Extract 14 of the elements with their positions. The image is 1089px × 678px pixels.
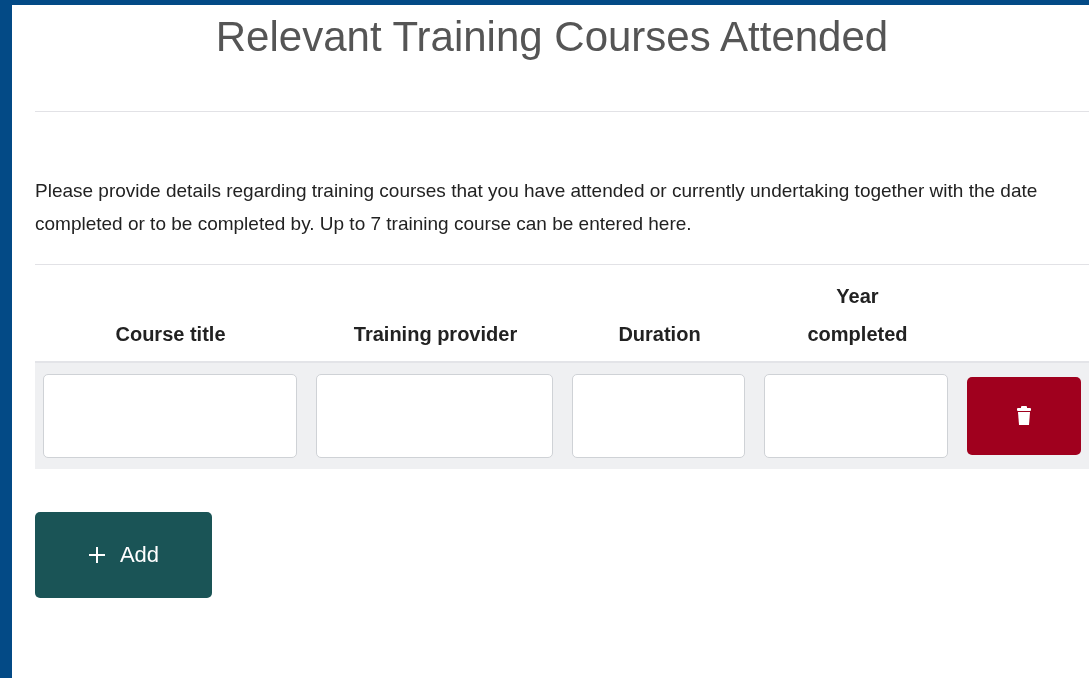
input-field[interactable] [763, 374, 949, 458]
input-field[interactable] [316, 374, 553, 458]
input-field[interactable] [43, 374, 298, 458]
column-header: Year completed [806, 284, 909, 347]
section-title: Relevant Training Courses Attended [214, 12, 890, 62]
column-header: Training provider [353, 322, 518, 347]
trash-icon [1017, 406, 1032, 426]
delete-button[interactable] [967, 377, 1081, 455]
plus-icon [87, 546, 106, 564]
input-field[interactable] [571, 374, 745, 458]
column-header: Course title [115, 322, 226, 347]
intro-text: Please provide details regarding training courses that you have attended or currently undertaking together with the date completed or to be completed by. Up to 7 training course can be entered here. [35, 179, 1039, 236]
column-header: Duration [618, 322, 701, 347]
add-button[interactable]: Add [35, 512, 212, 598]
